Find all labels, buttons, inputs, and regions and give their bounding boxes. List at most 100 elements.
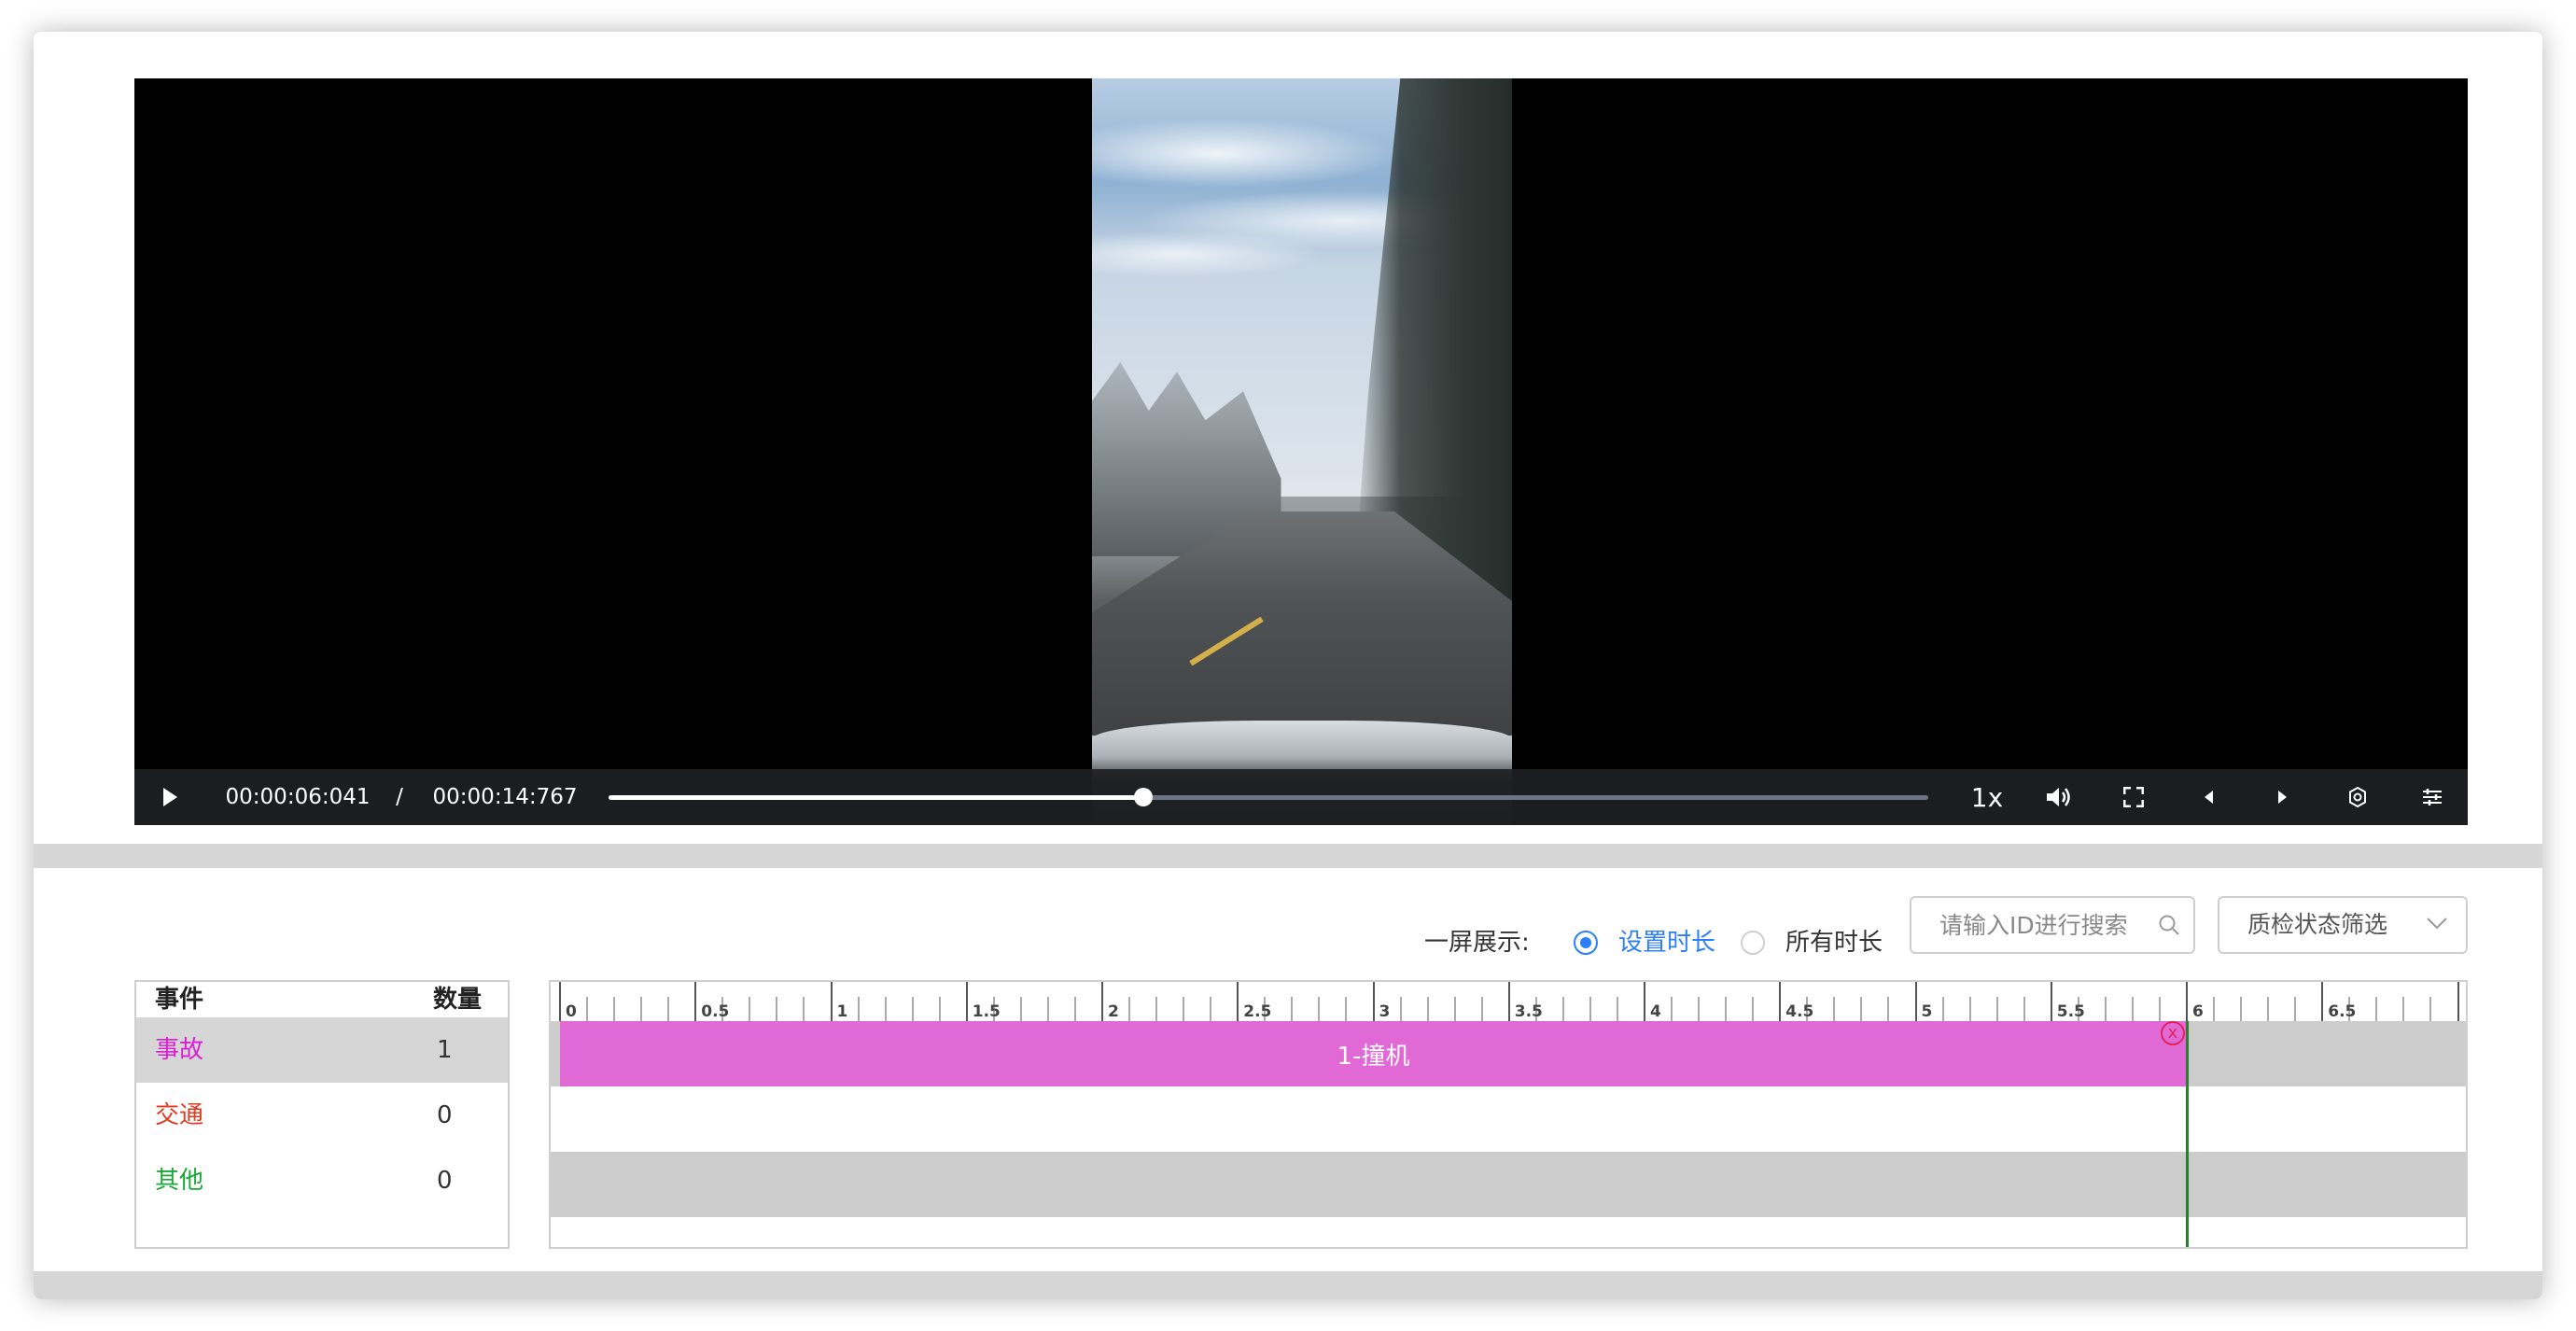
ruler-tick-label: 1.5 [972,1002,1001,1021]
time-ruler[interactable]: 0 0.5 1 1.5 2 2.5 3 3.5 4 4.5 5 5.5 6 6.5 [551,982,2466,1022]
qc-status-filter-label: 质检状态筛选 [2247,911,2388,938]
ruler-tick-label: 4 [1650,1002,1661,1021]
ruler-minor-tick [2429,997,2432,1021]
ruler-minor-tick [1561,997,1564,1021]
ruler-minor-tick [1725,997,1728,1021]
qc-status-filter[interactable]: 质检状态筛选 [2218,896,2468,954]
ruler-minor-tick [749,997,751,1021]
ruler-minor-tick [2402,997,2405,1021]
ruler-major-tick [694,982,697,1021]
progress-handle[interactable] [1133,788,1153,806]
event-count: 0 [437,1167,453,1195]
progress-bar[interactable] [609,788,1928,806]
event-row-traffic[interactable]: 交通 0 [136,1083,508,1148]
ruler-tick-label: 0.5 [701,1002,730,1021]
next-frame-button[interactable] [2262,769,2303,825]
ruler-minor-tick [1183,997,1185,1021]
ruler-minor-tick [1941,997,1944,1021]
footer-divider [34,1271,2542,1299]
ruler-minor-tick [1860,997,1863,1021]
ruler-major-tick [2050,982,2052,1021]
ruler-major-tick [1372,982,1375,1021]
ruler-tick-label: 5 [1921,1002,1933,1021]
event-row-accident[interactable]: 事故 1 [136,1017,508,1083]
ruler-major-tick [2457,982,2459,1021]
ruler-minor-tick [2158,997,2161,1021]
ruler-minor-tick [1480,997,1483,1021]
event-count: 0 [437,1101,453,1129]
event-name: 交通 [155,1101,204,1129]
event-segment[interactable]: 1-撞机 [560,1021,2187,1086]
header-event: 事件 [155,986,204,1014]
ruler-minor-tick [884,997,887,1021]
ruler-minor-tick [2294,997,2297,1021]
main-card: 00:00:06:041 / 00:00:14:767 1x 一屏展示: 设置时… [34,32,2542,1299]
volume-icon [2047,788,2070,806]
next-frame-icon [2278,791,2287,804]
ruler-minor-tick [1210,997,1212,1021]
radio-set-duration-label[interactable]: 设置时长 [1618,922,1715,963]
ruler-minor-tick [1968,997,1971,1021]
delete-segment-icon[interactable]: x [2161,1021,2185,1045]
id-search-input[interactable] [1911,898,2163,952]
ruler-minor-tick [640,997,643,1021]
ruler-minor-tick [938,997,941,1021]
volume-button[interactable] [2038,769,2079,825]
event-name: 其他 [155,1167,204,1195]
ruler-minor-tick [776,997,778,1021]
radio-all-duration[interactable] [1741,931,1765,955]
ruler-minor-tick [1426,997,1429,1021]
timeline-playhead[interactable] [2186,1021,2189,1247]
settings-icon [2349,786,2366,808]
ruler-minor-tick [1616,997,1618,1021]
ruler-major-tick [1101,982,1103,1021]
ruler-minor-tick [667,997,670,1021]
ruler-minor-tick [911,997,914,1021]
ruler-minor-tick [613,997,616,1021]
ruler-minor-tick [1995,997,1998,1021]
ruler-minor-tick [2023,997,2025,1021]
ruler-minor-tick [2240,997,2243,1021]
ruler-minor-tick [1046,997,1049,1021]
ruler-major-tick [1507,982,1510,1021]
ruler-minor-tick [2213,997,2216,1021]
ruler-tick-label: 0 [566,1002,577,1021]
ruler-minor-tick [1399,997,1402,1021]
settings-button[interactable] [2337,769,2378,825]
ruler-major-tick [2321,982,2324,1021]
ruler-major-tick [830,982,833,1021]
ruler-tick-label: 6 [2192,1002,2204,1021]
radio-set-duration[interactable] [1574,931,1598,955]
radio-all-duration-label[interactable]: 所有时长 [1785,922,1883,963]
player-controls: 00:00:06:041 / 00:00:14:767 1x [134,769,2468,825]
video-player[interactable]: 00:00:06:041 / 00:00:14:767 1x [134,78,2468,825]
ruler-tick-label: 3 [1379,1002,1391,1021]
search-icon[interactable] [2158,914,2180,936]
lane-traffic[interactable] [551,1086,2466,1152]
lane-other[interactable] [551,1152,2466,1217]
ruler-major-tick [1237,982,1239,1021]
ruler-minor-tick [1345,997,1348,1021]
ruler-tick-label: 3.5 [1514,1002,1543,1021]
ruler-tick-label: 2.5 [1243,1002,1272,1021]
event-timeline[interactable]: 0 0.5 1 1.5 2 2.5 3 3.5 4 4.5 5 5.5 6 6.5 1-撞机 x [549,980,2468,1249]
fullscreen-button[interactable] [2113,769,2154,825]
ruler-minor-tick [2267,997,2270,1021]
event-row-other[interactable]: 其他 0 [136,1148,508,1213]
ruler-major-tick [965,982,968,1021]
adjust-button[interactable] [2412,769,2453,825]
ruler-minor-tick [1318,997,1321,1021]
ruler-minor-tick [857,997,860,1021]
ruler-minor-tick [2131,997,2134,1021]
play-icon [163,788,177,806]
ruler-minor-tick [1887,997,1890,1021]
speed-button[interactable]: 1x [1964,769,2010,825]
total-time: 00:00:14:767 [432,785,578,809]
play-button[interactable] [151,769,189,825]
ruler-minor-tick [2375,997,2378,1021]
ruler-major-tick [1914,982,1917,1021]
ruler-tick-label: 2 [1108,1002,1119,1021]
ruler-minor-tick [1291,997,1294,1021]
prev-frame-button[interactable] [2188,769,2229,825]
ruler-minor-tick [1752,997,1755,1021]
